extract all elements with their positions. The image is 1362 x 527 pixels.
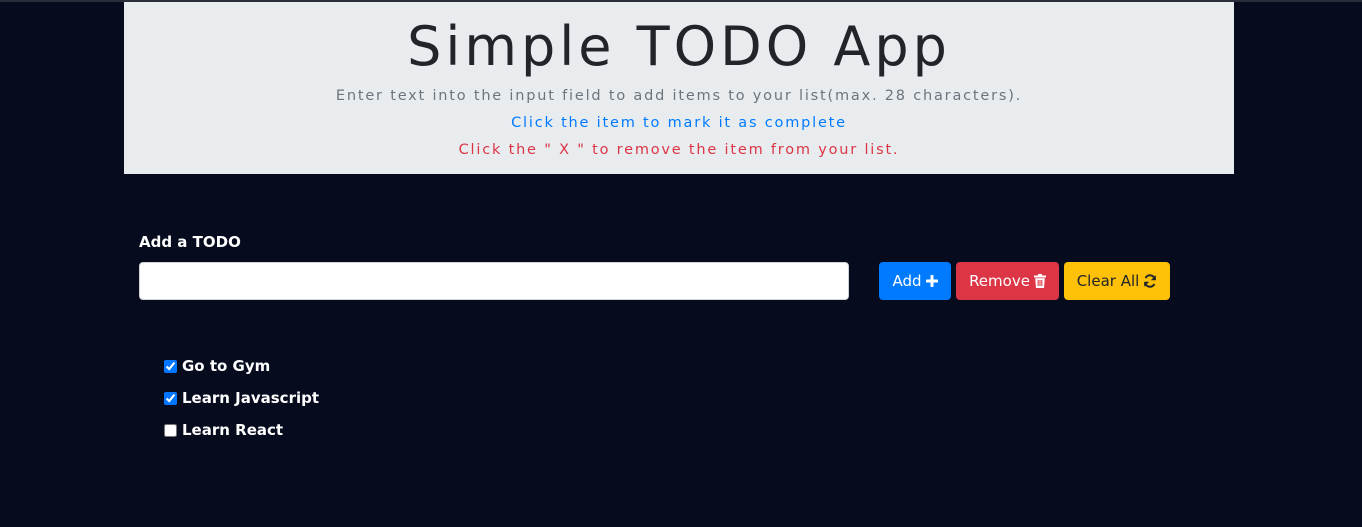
todo-checkbox[interactable] (164, 359, 177, 373)
add-button-label: Add (892, 272, 922, 290)
instruction-complete: Click the item to mark it as complete (511, 115, 847, 131)
todo-input[interactable] (139, 262, 849, 300)
trash-icon (1033, 274, 1046, 288)
todo-item[interactable]: Learn React (164, 414, 319, 446)
todo-item-text: Learn Javascript (182, 389, 320, 407)
instruction-remove: Click the " X " to remove the item from … (458, 142, 900, 158)
todo-list: Go to Gym Learn Javascript Learn React (164, 350, 319, 446)
todo-checkbox[interactable] (164, 423, 177, 437)
todo-item-text: Learn React (182, 421, 284, 439)
remove-button[interactable]: Remove (956, 262, 1059, 300)
sync-icon (1143, 274, 1157, 288)
todo-item[interactable]: Go to Gym (164, 350, 319, 382)
remove-button-label: Remove (969, 272, 1030, 290)
todo-checkbox[interactable] (164, 391, 177, 405)
todo-input-label: Add a TODO (139, 233, 241, 251)
todo-item-text: Go to Gym (182, 357, 271, 375)
plus-icon (925, 275, 938, 287)
todo-item[interactable]: Learn Javascript (164, 382, 319, 414)
header-jumbotron: Simple TODO App Enter text into the inpu… (124, 2, 1234, 174)
clear-all-button-label: Clear All (1076, 272, 1140, 290)
clear-all-button[interactable]: Clear All (1064, 262, 1170, 300)
add-button[interactable]: Add (879, 262, 951, 300)
page-title: Simple TODO App (407, 15, 951, 78)
instruction-add: Enter text into the input field to add i… (335, 88, 1023, 104)
